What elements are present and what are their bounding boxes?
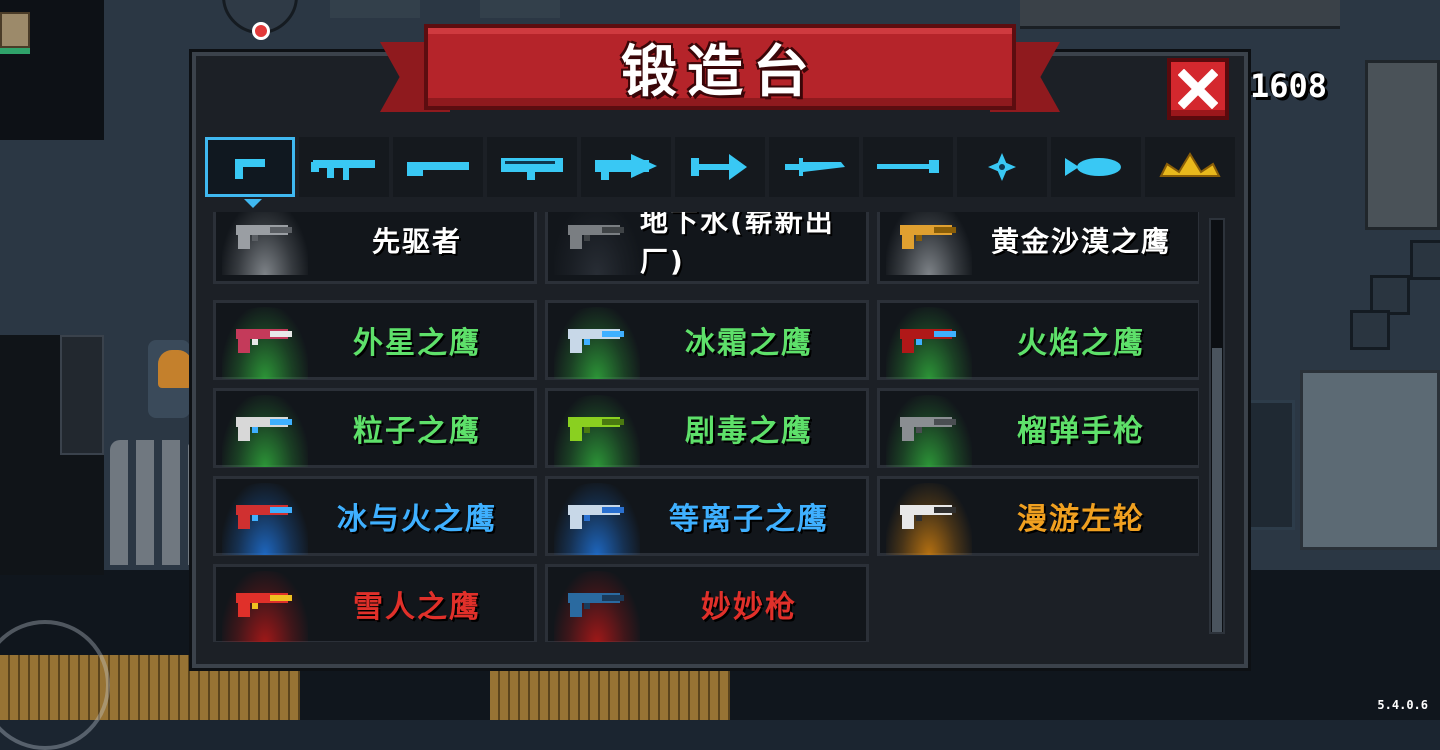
weapon-item[interactable]: 地下水(崭新出厂) bbox=[545, 212, 869, 284]
weapon-item[interactable]: 粒子之鹰 bbox=[213, 388, 537, 468]
ribbon: 锻造台 bbox=[424, 24, 1016, 110]
player-character-hair bbox=[158, 350, 192, 388]
door bbox=[60, 335, 104, 455]
shotgun-icon bbox=[407, 162, 469, 176]
shelf bbox=[1245, 400, 1295, 530]
sword-icon bbox=[785, 158, 845, 176]
cabinet bbox=[1365, 60, 1440, 230]
notice-board-strip bbox=[0, 48, 30, 54]
machine bbox=[1300, 370, 1440, 550]
tab-throwing[interactable] bbox=[957, 137, 1047, 197]
weapon-name: 冰霜之鹰 bbox=[685, 326, 813, 361]
weapon-item[interactable]: 剧毒之鹰 bbox=[545, 388, 869, 468]
grenade-pistol-icon bbox=[900, 417, 956, 441]
ice-fire-pistol-icon bbox=[236, 505, 292, 529]
weapon-item[interactable]: 黄金沙漠之鹰 bbox=[877, 212, 1199, 284]
wall-top bbox=[330, 0, 420, 18]
weapon-item[interactable]: 火焰之鹰 bbox=[877, 300, 1199, 380]
weapon-item[interactable]: 外星之鹰 bbox=[213, 300, 537, 380]
weapon-item[interactable]: 等离子之鹰 bbox=[545, 476, 869, 556]
close-button[interactable] bbox=[1167, 58, 1229, 120]
gas-tanks bbox=[110, 440, 190, 565]
revolver-icon bbox=[900, 505, 956, 529]
page-title: 锻造台 bbox=[621, 39, 819, 105]
scrollbar[interactable] bbox=[1209, 218, 1225, 634]
staff-icon bbox=[877, 160, 939, 173]
golden-pistol-icon bbox=[900, 225, 956, 249]
railing bbox=[490, 660, 730, 720]
crate bbox=[1350, 310, 1390, 350]
gray-pistol-icon bbox=[236, 225, 292, 249]
weapon-name: 粒子之鹰 bbox=[353, 414, 481, 449]
gem-count: 1608 bbox=[1250, 67, 1328, 105]
tab-special[interactable] bbox=[1051, 137, 1141, 197]
weapon-item[interactable]: 榴弹手枪 bbox=[877, 388, 1199, 468]
weapon-name: 剧毒之鹰 bbox=[685, 414, 813, 449]
weapon-category-tabs bbox=[205, 137, 1235, 208]
frost-pistol-icon bbox=[568, 329, 624, 353]
minimap-player-dot bbox=[252, 22, 270, 40]
alien-pistol-icon bbox=[236, 329, 292, 353]
weapon-name: 先驱者 bbox=[371, 225, 462, 258]
tab-laser-cannon[interactable] bbox=[581, 137, 671, 197]
weapon-name: 地下水(崭新出厂) bbox=[640, 212, 835, 278]
weapon-item[interactable]: 妙妙枪 bbox=[545, 564, 869, 642]
particle-pistol-icon bbox=[236, 417, 292, 441]
weapon-name: 冰与火之鹰 bbox=[337, 502, 497, 537]
crown-icon bbox=[1159, 152, 1221, 177]
version-label: 5.4.0.6 bbox=[1377, 698, 1428, 712]
weapon-item[interactable]: 漫游左轮 bbox=[877, 476, 1199, 556]
notice-board bbox=[0, 12, 30, 48]
weapon-name: 等离子之鹰 bbox=[669, 502, 829, 537]
smg-icon bbox=[568, 225, 624, 249]
tab-sword[interactable] bbox=[769, 137, 859, 197]
weapon-list[interactable]: 先驱者 地下水(崭新出厂) 黄金沙漠之鹰外星之鹰 冰霜之鹰 火焰之鹰粒子之鹰 剧毒之鹰 榴弹… bbox=[207, 212, 1199, 642]
flame-pistol-icon bbox=[900, 329, 956, 353]
tab-assault-rifle[interactable] bbox=[299, 137, 389, 197]
crate bbox=[1370, 275, 1410, 315]
scrollbar-thumb[interactable] bbox=[1212, 348, 1222, 632]
assault-rifle-icon bbox=[311, 160, 375, 180]
shuriken-icon bbox=[988, 153, 1016, 181]
weapon-item[interactable]: 先驱者 bbox=[213, 212, 537, 284]
tab-rocket-launcher[interactable] bbox=[487, 137, 577, 197]
tab-shotgun[interactable] bbox=[393, 137, 483, 197]
arrow-icon bbox=[691, 154, 747, 180]
wall-top bbox=[480, 0, 560, 18]
weapon-item[interactable]: 雪人之鹰 bbox=[213, 564, 537, 642]
weapon-name: 漫游左轮 bbox=[1017, 502, 1145, 537]
weapon-name: 黄金沙漠之鹰 bbox=[990, 225, 1171, 258]
toxic-pistol-icon bbox=[568, 417, 624, 441]
tab-bow[interactable] bbox=[675, 137, 765, 197]
rocket-launcher-icon bbox=[501, 158, 563, 180]
pistol-icon bbox=[235, 159, 265, 179]
fish-icon bbox=[1065, 158, 1121, 176]
plasma-pistol-icon bbox=[568, 505, 624, 529]
weapon-item[interactable]: 冰霜之鹰 bbox=[545, 300, 869, 380]
weapon-name: 榴弹手枪 bbox=[1017, 414, 1145, 449]
weapon-name: 妙妙枪 bbox=[701, 590, 797, 625]
tab-legendary[interactable] bbox=[1145, 137, 1235, 197]
crate bbox=[1410, 240, 1440, 280]
turtle-gun-icon bbox=[568, 593, 624, 617]
snowman-pistol-icon bbox=[236, 593, 292, 617]
weapon-name: 雪人之鹰 bbox=[353, 590, 481, 625]
weapon-name: 外星之鹰 bbox=[353, 326, 481, 361]
weapon-name: 火焰之鹰 bbox=[1017, 326, 1145, 361]
tab-pistol[interactable] bbox=[205, 137, 295, 208]
laser-cannon-icon bbox=[595, 154, 657, 180]
weapon-item[interactable]: 冰与火之鹰 bbox=[213, 476, 537, 556]
wall-top bbox=[1020, 0, 1340, 29]
tab-staff[interactable] bbox=[863, 137, 953, 197]
close-icon bbox=[1178, 69, 1218, 109]
title-banner: 锻造台 bbox=[380, 18, 1060, 118]
